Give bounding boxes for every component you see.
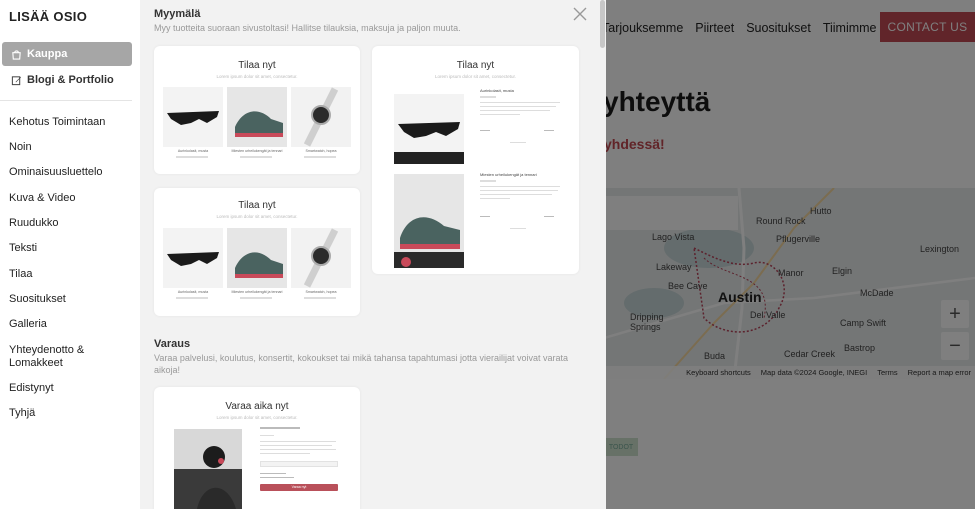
card-heading: Tilaa nyt: [456, 60, 495, 71]
text-placeholder: [480, 106, 556, 107]
sidebar-category-label: Kauppa: [27, 48, 68, 60]
panel-scrollbar[interactable]: [600, 0, 605, 48]
sidebar-item-about[interactable]: Noin: [9, 141, 119, 154]
sidebar-item-contact-forms[interactable]: Yhteydenotto & Lomakkeet: [9, 344, 119, 370]
sidebar-item-gallery[interactable]: Galleria: [9, 318, 119, 331]
sidebar-item-advanced[interactable]: Edistynyt: [9, 382, 119, 395]
price-placeholder: [240, 297, 272, 299]
quantity-placeholder: [544, 216, 554, 217]
text-placeholder: [260, 453, 310, 454]
book-now-label: Varaa nyt: [291, 485, 307, 489]
list-item-title: Miesten urheilukengät ja tennari: [480, 172, 537, 177]
card-heading: Varaa aika nyt: [225, 401, 289, 412]
text-placeholder: [260, 441, 336, 442]
text-placeholder: [510, 228, 526, 229]
text-placeholder: [480, 180, 496, 182]
text-placeholder: [480, 216, 490, 217]
product-image-sneaker: [394, 174, 464, 268]
text-placeholder: [480, 110, 550, 111]
price-placeholder: [176, 297, 208, 299]
product-caption: Aurinkolasit, musta: [177, 290, 209, 294]
sidebar-item-subscribe[interactable]: Tilaa: [9, 268, 119, 281]
product-caption: Smartwatch, hopea: [305, 149, 337, 153]
sidebar-item-image-video[interactable]: Kuva & Video: [9, 192, 119, 205]
sidebar-category-blog[interactable]: Blogi & Portfolio: [2, 68, 132, 92]
sidebar-item-grid[interactable]: Ruudukko: [9, 217, 119, 230]
product-image-sunglasses: [163, 87, 223, 147]
text-placeholder: [480, 96, 496, 98]
close-icon[interactable]: [571, 5, 589, 23]
card-subtitle: Lorem ipsum dolor sit amet, consectetur.: [216, 214, 298, 219]
list-item-title: Aurinkolasit, musta: [480, 88, 514, 93]
section-templates-panel: Myymälä Myy tuotteita suoraan sivustolta…: [140, 0, 606, 509]
product-caption: Miesten urheilukengät ja tennari: [231, 290, 283, 294]
shop-icon: [10, 48, 22, 60]
sidebar-category-store[interactable]: Kauppa: [2, 42, 132, 66]
card-heading: Tilaa nyt: [238, 200, 276, 211]
product-image-sneaker: [227, 87, 287, 147]
sidebar-item-call-to-action[interactable]: Kehotus Toimintaan: [9, 116, 119, 129]
store-section-title: Myymälä: [154, 8, 201, 20]
text-placeholder: [480, 114, 520, 115]
booking-field: [260, 461, 338, 467]
text-placeholder: [480, 130, 490, 131]
product-caption: Smartwatch, hopea: [305, 290, 337, 294]
sidebar-item-testimonials[interactable]: Suositukset: [9, 293, 119, 306]
store-template-card-grid-alt[interactable]: Tilaa nyt Lorem ipsum dolor sit amet, co…: [154, 188, 360, 316]
product-image-sneaker: [227, 228, 287, 288]
product-image-watch: [291, 87, 351, 147]
store-template-card-list[interactable]: Tilaa nyt Lorem ipsum dolor sit amet, co…: [372, 46, 579, 274]
store-template-card-grid[interactable]: Tilaa nyt Lorem ipsum dolor sit amet, co…: [154, 46, 360, 174]
add-section-sidebar: LISÄÄ OSIO Kauppa Blogi & Portfolio Keho…: [0, 0, 140, 509]
sidebar-category-label: Blogi & Portfolio: [27, 74, 114, 86]
price-placeholder: [304, 156, 336, 158]
text-placeholder: [260, 445, 332, 446]
sidebar-item-text[interactable]: Teksti: [9, 242, 119, 255]
price-placeholder: [304, 297, 336, 299]
text-placeholder: [480, 194, 552, 195]
product-caption: Aurinkolasit, musta: [177, 149, 209, 153]
text-placeholder: [260, 435, 274, 436]
text-placeholder: [260, 473, 286, 474]
sidebar-title: LISÄÄ OSIO: [9, 9, 88, 24]
text-placeholder: [480, 198, 510, 199]
sidebar-divider: [0, 100, 132, 101]
product-caption: Miesten urheilukengät ja tennari: [231, 149, 283, 153]
card-subtitle: Lorem ipsum dolor sit amet, consectetur.: [434, 74, 517, 79]
product-image-sunglasses: [163, 228, 223, 288]
book-now-button: Varaa nyt: [260, 484, 338, 491]
text-placeholder: [480, 186, 560, 187]
text-placeholder: [260, 427, 300, 429]
sidebar-item-empty[interactable]: Tyhjä: [9, 407, 119, 420]
price-placeholder: [176, 156, 208, 158]
product-image-sunglasses: [394, 94, 464, 164]
text-placeholder: [260, 477, 294, 478]
booking-image-person: [174, 429, 242, 509]
card-heading: Tilaa nyt: [238, 60, 276, 71]
text-placeholder: [480, 102, 560, 103]
text-placeholder: [480, 190, 558, 191]
card-subtitle: Lorem ipsum dolor sit amet, consectetur.: [216, 74, 298, 79]
product-image-watch: [291, 228, 351, 288]
text-placeholder: [260, 449, 336, 450]
price-placeholder: [240, 156, 272, 158]
store-section-description: Myy tuotteita suoraan sivustoltasi! Hall…: [154, 23, 461, 33]
quantity-placeholder: [544, 130, 554, 131]
booking-section-title: Varaus: [154, 338, 191, 350]
sidebar-item-feature-list[interactable]: Ominaisuusluettelo: [9, 166, 119, 179]
text-placeholder: [510, 142, 526, 143]
booking-section-description: Varaa palvelusi, koulutus, konsertit, ko…: [154, 353, 569, 375]
edit-icon: [10, 74, 22, 86]
booking-template-card[interactable]: Varaa aika nyt Lorem ipsum dolor sit ame…: [154, 387, 360, 509]
card-subtitle: Lorem ipsum dolor sit amet, consectetur.: [216, 415, 298, 420]
